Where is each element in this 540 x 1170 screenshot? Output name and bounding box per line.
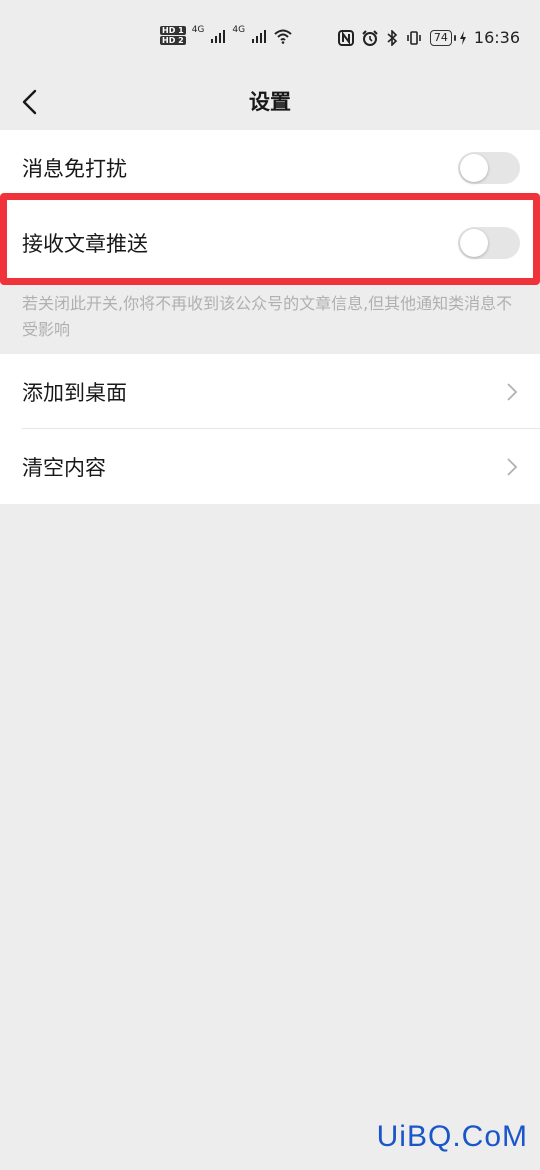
clear-content-label: 清空内容	[22, 455, 106, 480]
battery-icon: 74	[429, 29, 456, 46]
signal-icon	[252, 29, 267, 43]
network-type-2: 4G	[232, 24, 246, 35]
status-left: HD 1 HD 2 4G 4G	[160, 24, 293, 45]
push-row: 接收文章推送	[0, 205, 540, 280]
clock: 16:36	[473, 28, 520, 47]
push-hint-text: 若关闭此开关,你将不再收到该公众号的文章信息,但其他通知类消息不受影响	[22, 294, 513, 339]
hd-badge-sim2: HD 2	[160, 36, 186, 45]
alarm-icon	[362, 29, 378, 46]
hd-badge-sim1: HD 1	[160, 26, 186, 35]
charging-icon	[459, 30, 466, 45]
dnd-row: 消息免打扰	[0, 130, 540, 205]
chevron-right-icon	[507, 383, 518, 401]
signal-icon	[211, 29, 226, 43]
toggle-knob	[460, 229, 488, 257]
bluetooth-icon	[387, 29, 398, 46]
chevron-right-icon	[507, 458, 518, 476]
add-to-desktop-label: 添加到桌面	[22, 380, 127, 405]
add-to-desktop-row[interactable]: 添加到桌面	[0, 354, 540, 429]
page-title: 设置	[249, 90, 291, 114]
status-right: 74 16:36	[337, 28, 520, 47]
nav-bar: 设置	[0, 78, 540, 130]
toggle-settings-group: 消息免打扰 接收文章推送	[0, 130, 540, 280]
push-toggle[interactable]	[458, 227, 520, 259]
action-settings-group: 添加到桌面 清空内容	[0, 354, 540, 504]
dnd-toggle[interactable]	[458, 152, 520, 184]
push-label: 接收文章推送	[22, 231, 148, 256]
hd-indicators: HD 1 HD 2	[160, 26, 186, 45]
dnd-label: 消息免打扰	[22, 156, 127, 181]
status-bar: HD 1 HD 2 4G 4G 74 16:36	[0, 0, 540, 78]
network-type-1: 4G	[191, 24, 205, 35]
vibrate-icon	[407, 30, 421, 45]
nfc-icon	[337, 29, 354, 46]
clear-content-row[interactable]: 清空内容	[0, 429, 540, 504]
wifi-icon	[274, 29, 292, 44]
watermark-text: UiBQ.CoM	[376, 1120, 528, 1153]
toggle-knob	[460, 154, 488, 182]
